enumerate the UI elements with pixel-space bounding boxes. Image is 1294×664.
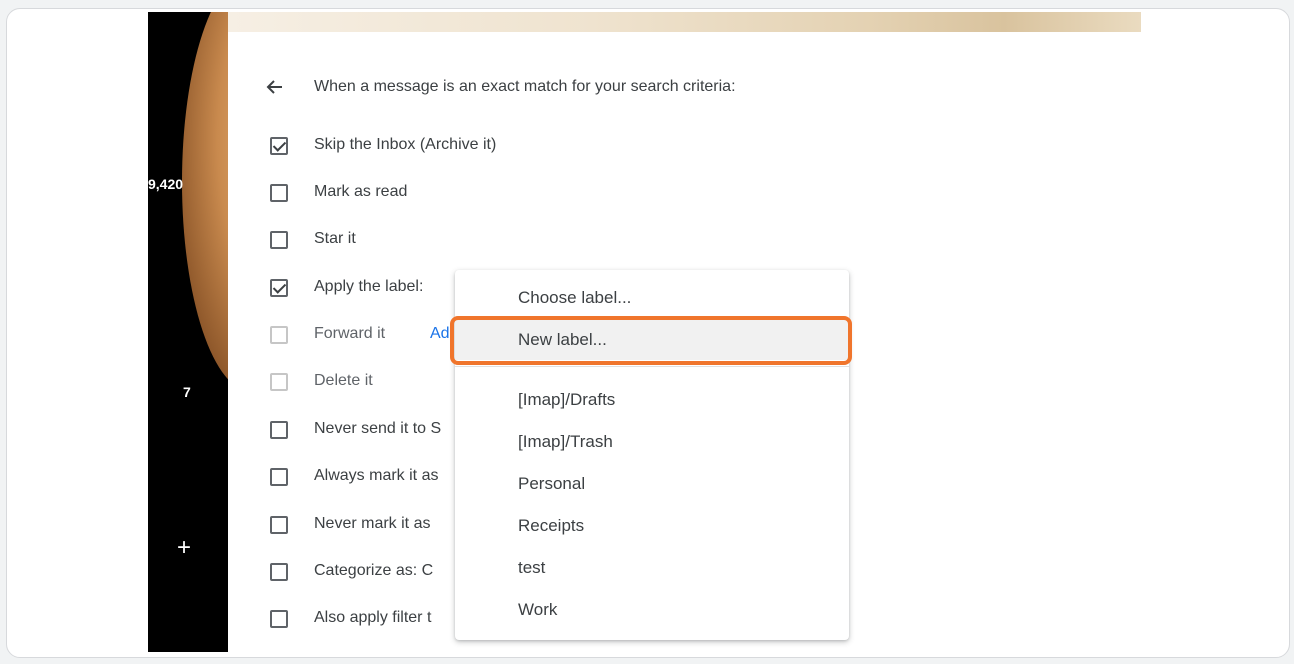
arrow-left-icon[interactable] <box>264 76 286 98</box>
option-categorize[interactable]: Categorize as: C <box>270 560 433 584</box>
checkbox[interactable] <box>270 137 288 155</box>
option-skip-inbox[interactable]: Skip the Inbox (Archive it) <box>270 134 496 158</box>
checkbox[interactable] <box>270 468 288 486</box>
option-always-important[interactable]: Always mark it as <box>270 465 438 489</box>
checkbox[interactable] <box>270 563 288 581</box>
menu-item-choose-label[interactable]: Choose label... <box>455 278 849 318</box>
option-label: Also apply filter t <box>314 609 432 626</box>
checkbox[interactable] <box>270 184 288 202</box>
option-label: Categorize as: C <box>314 562 434 579</box>
label-count: 7 <box>183 384 191 400</box>
checkbox[interactable] <box>270 279 288 297</box>
option-label: Skip the Inbox (Archive it) <box>314 136 497 153</box>
option-never-important[interactable]: Never mark it as <box>270 513 430 537</box>
option-label: Always mark it as <box>314 467 439 484</box>
option-label: Apply the label: <box>314 278 424 295</box>
add-forwarding-link[interactable]: Ad <box>430 325 450 343</box>
option-star-it[interactable]: Star it <box>270 228 356 252</box>
menu-item-label[interactable]: test <box>455 548 849 588</box>
checkbox[interactable] <box>270 326 288 344</box>
option-never-spam[interactable]: Never send it to S <box>270 418 441 442</box>
gmail-sidebar: 9,420 7 + <box>148 12 228 652</box>
checkbox[interactable] <box>270 610 288 628</box>
option-apply-existing[interactable]: Also apply filter t <box>270 607 431 631</box>
option-label: Delete it <box>314 372 373 389</box>
menu-item-label[interactable]: Receipts <box>455 506 849 546</box>
menu-item-new-label[interactable]: New label... <box>455 320 849 360</box>
label-dropdown-menu: Choose label... New label... [Imap]/Draf… <box>455 270 849 640</box>
option-forward-it[interactable]: Forward it Ad <box>270 323 450 347</box>
option-label: Forward it <box>314 325 386 342</box>
option-label: Never mark it as <box>314 515 431 532</box>
theme-banner <box>228 12 1141 32</box>
checkbox[interactable] <box>270 516 288 534</box>
filter-criteria-title: When a message is an exact match for you… <box>314 78 736 95</box>
menu-divider <box>455 366 849 367</box>
theme-background <box>182 12 228 392</box>
back-button[interactable] <box>264 72 286 102</box>
checkbox[interactable] <box>270 373 288 391</box>
checkbox[interactable] <box>270 231 288 249</box>
option-label: Star it <box>314 230 356 247</box>
option-label: Never send it to S <box>314 420 442 437</box>
option-mark-read[interactable]: Mark as read <box>270 181 407 205</box>
option-delete-it[interactable]: Delete it <box>270 370 373 394</box>
checkbox[interactable] <box>270 421 288 439</box>
menu-item-label[interactable]: [Imap]/Trash <box>455 422 849 462</box>
menu-item-label[interactable]: Work <box>455 590 849 630</box>
option-label: Mark as read <box>314 183 408 200</box>
menu-item-label[interactable]: [Imap]/Drafts <box>455 380 849 420</box>
inbox-count: 9,420 <box>148 176 184 192</box>
menu-item-label[interactable]: Personal <box>455 464 849 504</box>
option-apply-label[interactable]: Apply the label: <box>270 276 423 300</box>
add-label-icon[interactable]: + <box>177 536 191 560</box>
